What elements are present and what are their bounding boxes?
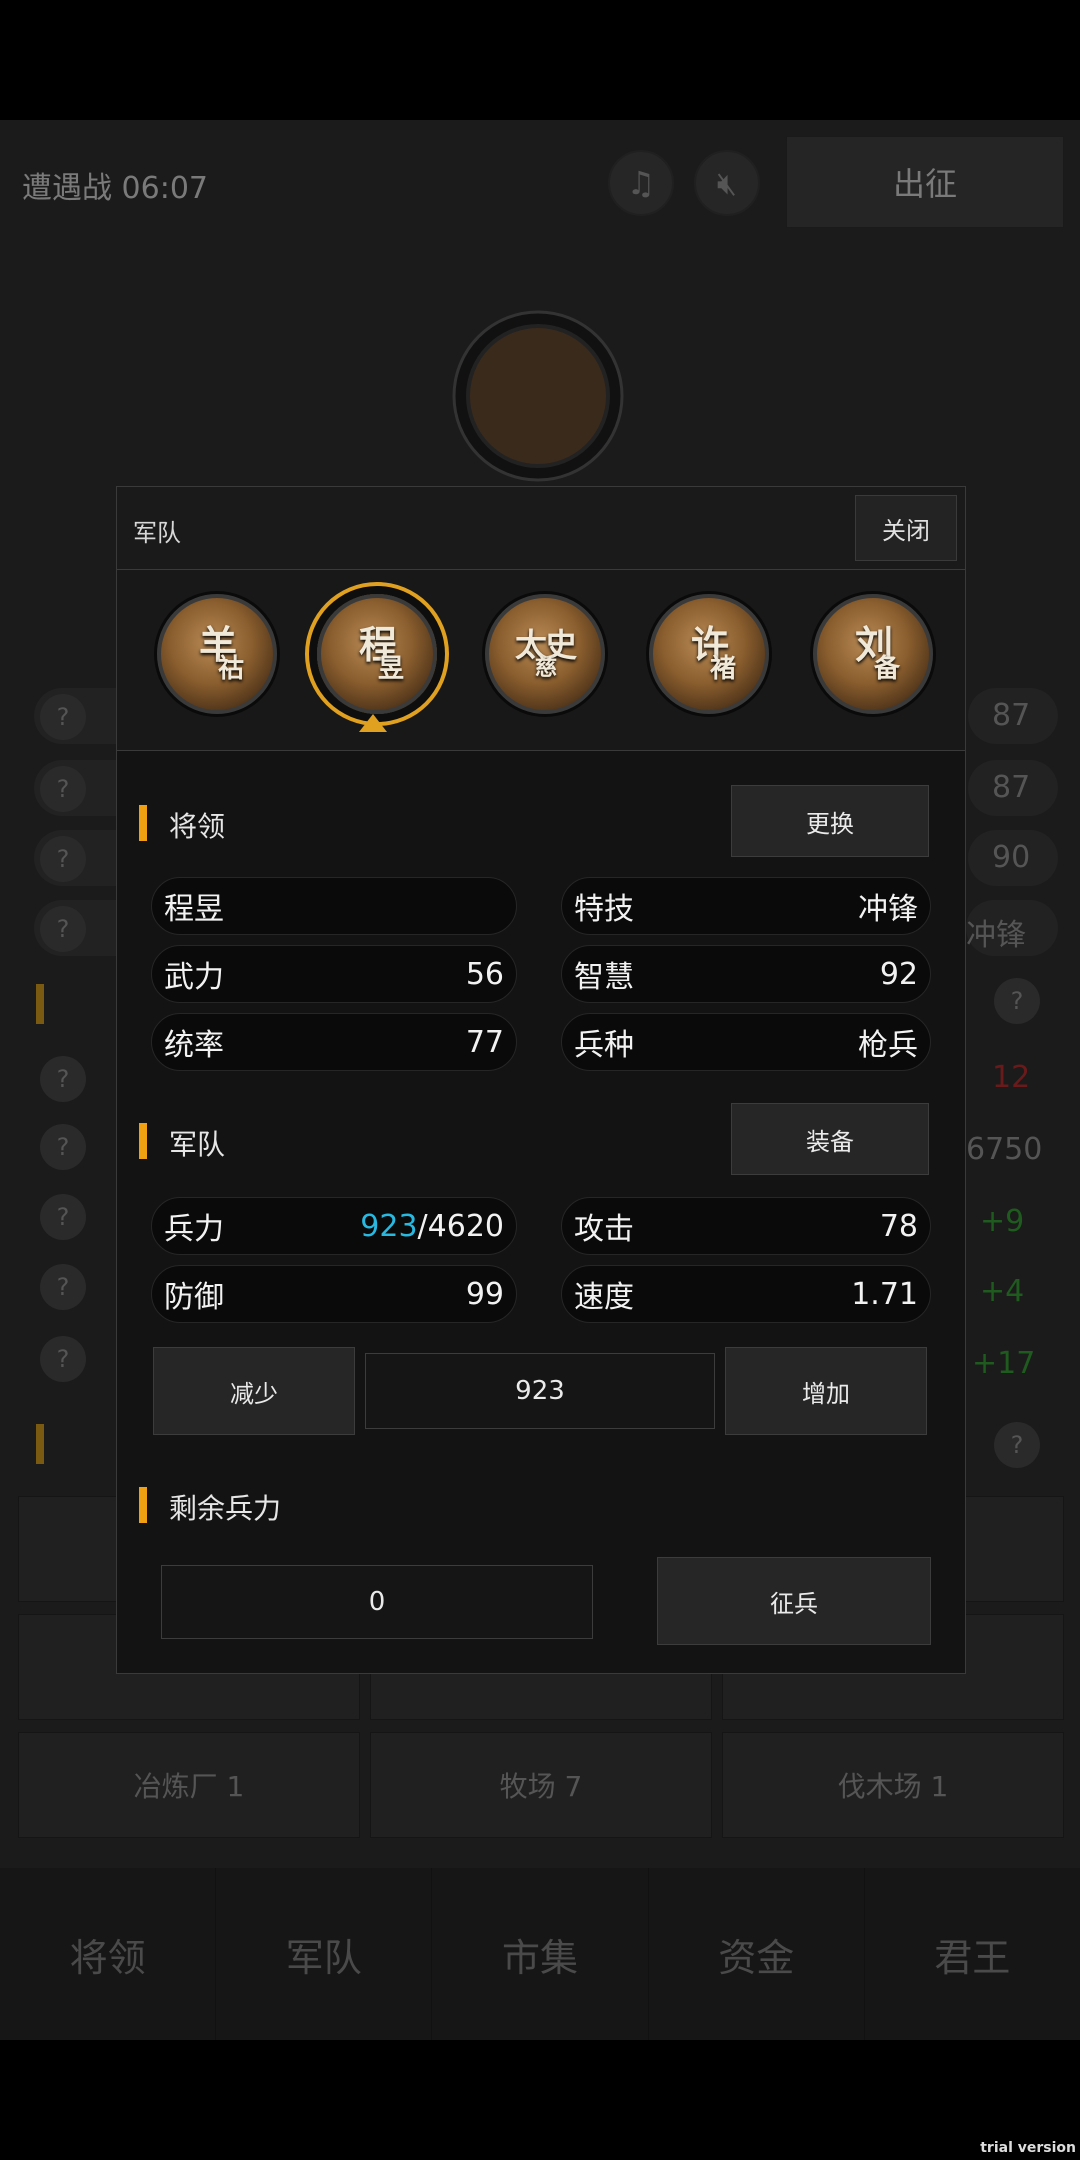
attack-value: 78 bbox=[879, 1208, 918, 1244]
remaining-section-title: 剩余兵力 bbox=[169, 1492, 282, 1525]
sound-muted-icon[interactable]: 🔇︎ bbox=[694, 150, 760, 216]
general-avatar-taishici[interactable]: 太史 慈 bbox=[485, 594, 605, 714]
speed-label: 速度 bbox=[574, 1280, 634, 1315]
troop-type-label: 兵种 bbox=[574, 1028, 634, 1063]
army-section-title: 军队 bbox=[169, 1128, 226, 1161]
troops-amount: 923/4620 bbox=[360, 1209, 504, 1244]
help-icon[interactable]: ? bbox=[40, 906, 86, 952]
bg-resource-value: +17 bbox=[972, 1346, 1036, 1381]
force-row: 武力 56 bbox=[151, 945, 517, 1003]
troops-label: 兵力 bbox=[164, 1212, 224, 1247]
troops-current: 923 bbox=[360, 1208, 418, 1244]
help-icon[interactable]: ? bbox=[40, 836, 86, 882]
troop-type-value: 枪兵 bbox=[858, 1028, 918, 1063]
bg-stat-value: 90 bbox=[992, 840, 1031, 875]
troop-amount-input[interactable]: 923 bbox=[365, 1353, 715, 1429]
bottom-nav: 将领 军队 市集 资金 君王 bbox=[0, 1868, 1080, 2040]
speed-value: 1.71 bbox=[851, 1276, 918, 1312]
section-accent-bar bbox=[139, 1487, 147, 1523]
skill-label: 特技 bbox=[574, 892, 634, 927]
bg-section-bar bbox=[36, 1424, 44, 1464]
army-modal: 军队 关闭 羊 祜 程 昱 太史 慈 许 褚 刘 备 将领 更换 程昱 特技 冲… bbox=[116, 486, 966, 1674]
defense-row: 防御 99 bbox=[151, 1265, 517, 1323]
general-section-title: 将领 bbox=[169, 810, 226, 843]
building-tile-smelter[interactable]: 冶炼厂 1 bbox=[18, 1732, 360, 1838]
music-muted-icon[interactable]: ♫ bbox=[608, 150, 674, 216]
troop-type-row: 兵种 枪兵 bbox=[561, 1013, 931, 1071]
section-accent-bar bbox=[139, 1123, 147, 1159]
modal-header: 军队 关闭 bbox=[117, 487, 965, 570]
decrease-troops-button[interactable]: 减少 bbox=[153, 1347, 355, 1435]
bg-resource-value: +9 bbox=[980, 1204, 1025, 1239]
bg-stat-value: 87 bbox=[992, 770, 1031, 805]
help-icon[interactable]: ? bbox=[40, 766, 86, 812]
general-avatar-chengyu[interactable]: 程 昱 bbox=[317, 594, 437, 714]
help-icon[interactable]: ? bbox=[994, 1422, 1040, 1468]
general-avatar-char: 备 bbox=[873, 654, 900, 684]
skill-value: 冲锋 bbox=[858, 892, 918, 927]
wisdom-value: 92 bbox=[879, 956, 918, 992]
help-icon[interactable]: ? bbox=[40, 1264, 86, 1310]
nav-funds[interactable]: 资金 bbox=[649, 1868, 865, 2040]
force-label: 武力 bbox=[164, 960, 224, 995]
attack-row: 攻击 78 bbox=[561, 1197, 931, 1255]
general-avatar-xuchu[interactable]: 许 褚 bbox=[649, 594, 769, 714]
speed-row: 速度 1.71 bbox=[561, 1265, 931, 1323]
general-name-field: 程昱 bbox=[151, 877, 517, 935]
wisdom-row: 智慧 92 bbox=[561, 945, 931, 1003]
modal-title: 军队 bbox=[133, 519, 181, 547]
nav-generals[interactable]: 将领 bbox=[0, 1868, 217, 2040]
attack-label: 攻击 bbox=[574, 1212, 634, 1247]
remaining-troops-value: 0 bbox=[161, 1565, 593, 1639]
troops-row: 兵力 923/4620 bbox=[151, 1197, 517, 1255]
battle-title: 遭遇战 06:07 bbox=[22, 171, 208, 206]
defense-label: 防御 bbox=[164, 1280, 224, 1315]
general-avatar-char: 祜 bbox=[217, 654, 244, 684]
selected-marker-icon bbox=[359, 714, 387, 732]
help-icon[interactable]: ? bbox=[40, 1124, 86, 1170]
trial-watermark: trial version bbox=[980, 2140, 1076, 2156]
force-value: 56 bbox=[465, 956, 504, 992]
troops-max: /4620 bbox=[417, 1208, 504, 1244]
help-icon[interactable]: ? bbox=[40, 1194, 86, 1240]
help-icon[interactable]: ? bbox=[40, 1336, 86, 1382]
change-general-button[interactable]: 更换 bbox=[731, 785, 929, 857]
increase-troops-button[interactable]: 增加 bbox=[725, 1347, 927, 1435]
help-icon[interactable]: ? bbox=[40, 694, 86, 740]
skill-row: 特技 冲锋 bbox=[561, 877, 931, 935]
general-avatar-yanghu[interactable]: 羊 祜 bbox=[157, 594, 277, 714]
command-value: 77 bbox=[465, 1024, 504, 1060]
general-selector: 羊 祜 程 昱 太史 慈 许 褚 刘 备 bbox=[117, 570, 965, 751]
bg-stat-value: 87 bbox=[992, 698, 1031, 733]
help-icon[interactable]: ? bbox=[40, 1056, 86, 1102]
bg-resource-value: 12 bbox=[992, 1060, 1031, 1095]
nav-army[interactable]: 军队 bbox=[216, 1868, 433, 2040]
general-name: 程昱 bbox=[164, 892, 224, 927]
bg-section-bar bbox=[36, 984, 44, 1024]
general-avatar-char: 慈 bbox=[534, 655, 557, 681]
command-label: 统率 bbox=[164, 1028, 224, 1063]
equip-button[interactable]: 装备 bbox=[731, 1103, 929, 1175]
help-icon[interactable]: ? bbox=[994, 978, 1040, 1024]
general-avatar-liubei[interactable]: 刘 备 bbox=[813, 594, 933, 714]
general-avatar-char: 昱 bbox=[377, 654, 404, 684]
building-tile-lumberyard[interactable]: 伐木场 1 bbox=[722, 1732, 1064, 1838]
bg-resource-value: +4 bbox=[980, 1274, 1025, 1309]
nav-market[interactable]: 市集 bbox=[432, 1868, 649, 2040]
defense-value: 99 bbox=[465, 1276, 504, 1312]
building-tile-ranch[interactable]: 牧场 7 bbox=[370, 1732, 712, 1838]
wisdom-label: 智慧 bbox=[574, 960, 634, 995]
bg-resource-value: 6750 bbox=[966, 1132, 1043, 1167]
general-avatar-char: 褚 bbox=[709, 654, 736, 684]
command-row: 统率 77 bbox=[151, 1013, 517, 1071]
close-button[interactable]: 关闭 bbox=[855, 495, 957, 561]
current-general-avatar bbox=[452, 310, 624, 482]
depart-button[interactable]: 出征 bbox=[786, 136, 1064, 228]
recruit-button[interactable]: 征兵 bbox=[657, 1557, 931, 1645]
nav-king[interactable]: 君王 bbox=[865, 1868, 1080, 2040]
section-accent-bar bbox=[139, 805, 147, 841]
bg-stat-value: 冲锋 bbox=[966, 918, 1026, 953]
